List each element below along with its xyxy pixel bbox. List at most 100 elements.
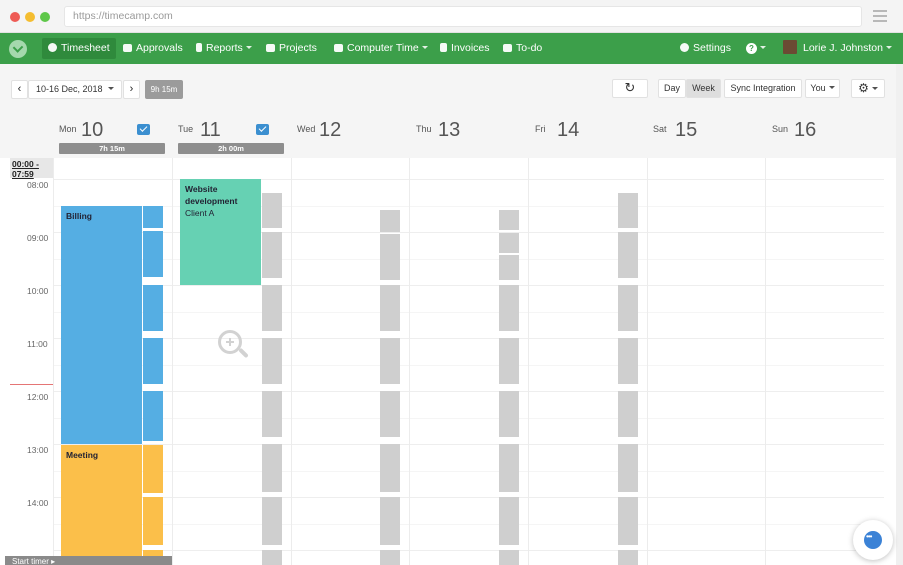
browser-menu-icon[interactable] [873, 10, 887, 22]
nav-reports[interactable]: Reports [196, 33, 252, 64]
computer-time-block[interactable] [618, 391, 638, 437]
next-week-button[interactable]: › [123, 80, 140, 99]
computer-time-block[interactable] [262, 550, 282, 565]
computer-time-block[interactable] [499, 550, 519, 565]
computer-time-block[interactable] [262, 338, 282, 384]
computer-time-block[interactable] [499, 210, 519, 230]
nav-computer-time[interactable]: Computer Time [334, 33, 428, 64]
day-column-wed[interactable] [291, 158, 292, 565]
computer-time-block[interactable] [499, 255, 519, 280]
computer-time-block[interactable] [262, 444, 282, 492]
calendar-grid[interactable]: 00:00 - 07:59 08:00 09:00 10:00 11:00 12… [10, 158, 884, 565]
computer-time-block[interactable] [499, 497, 519, 545]
nav-settings[interactable]: Settings [680, 33, 731, 64]
nav-timesheet[interactable]: Timesheet [42, 38, 116, 59]
day-header-wed[interactable]: Wed 12 [292, 116, 410, 156]
email-icon[interactable] [137, 124, 150, 135]
computer-time-block[interactable] [143, 285, 163, 331]
computer-time-block[interactable] [618, 338, 638, 384]
calendar-settings-button[interactable]: ⚙ [851, 79, 885, 98]
clock-icon [48, 43, 57, 52]
half-hour-line [53, 312, 884, 313]
day-column-sun[interactable] [765, 158, 766, 565]
computer-time-block[interactable] [499, 444, 519, 492]
time-label: 10:00 [27, 286, 49, 296]
computer-time-block[interactable] [618, 285, 638, 331]
computer-time-block[interactable] [380, 234, 400, 280]
minimize-window-button[interactable] [25, 12, 35, 22]
sync-integration-button[interactable]: Sync Integration [724, 79, 802, 98]
nav-user-menu[interactable]: Lorie J. Johnston [783, 33, 892, 64]
computer-time-block[interactable] [143, 445, 163, 493]
view-day-button[interactable]: Day [658, 79, 686, 98]
computer-time-block[interactable] [143, 231, 163, 277]
close-window-button[interactable] [10, 12, 20, 22]
nav-projects[interactable]: Projects [266, 33, 317, 64]
nav-invoices[interactable]: Invoices [440, 33, 490, 64]
refresh-button[interactable]: ↻ [612, 79, 648, 98]
computer-time-block[interactable] [499, 391, 519, 437]
day-column-thu[interactable] [409, 158, 410, 565]
computer-time-block[interactable] [380, 497, 400, 545]
date-range-picker[interactable]: 10-16 Dec, 2018 [28, 80, 122, 99]
day-header-fri[interactable]: Fri 14 [530, 116, 648, 156]
car-icon [123, 44, 132, 52]
hour-line [53, 391, 884, 392]
user-filter-dropdown[interactable]: You [805, 79, 840, 98]
chat-support-button[interactable] [853, 520, 893, 560]
half-hour-line [53, 471, 884, 472]
computer-time-block[interactable] [380, 285, 400, 331]
computer-time-block[interactable] [380, 338, 400, 384]
computer-time-block[interactable] [499, 338, 519, 384]
computer-time-block[interactable] [262, 285, 282, 331]
day-column-fri[interactable] [528, 158, 529, 565]
computer-time-block[interactable] [380, 210, 400, 232]
time-entry-website-development[interactable]: Website development Client A [180, 179, 261, 285]
day-header-sat[interactable]: Sat 15 [648, 116, 766, 156]
day-column-mon[interactable] [53, 158, 54, 565]
computer-time-block[interactable] [499, 233, 519, 253]
nav-help[interactable]: ? [746, 33, 766, 64]
computer-time-block[interactable] [262, 193, 282, 228]
computer-time-block[interactable] [262, 497, 282, 545]
timecamp-logo-icon[interactable] [9, 40, 27, 58]
address-bar[interactable]: https://timecamp.com [64, 6, 862, 27]
time-entry-meeting[interactable]: Meeting [61, 445, 142, 565]
day-column-sat[interactable] [647, 158, 648, 565]
computer-time-block[interactable] [143, 391, 163, 441]
day-header-sun[interactable]: Sun 16 [767, 116, 885, 156]
computer-time-block[interactable] [262, 232, 282, 278]
computer-time-block[interactable] [143, 497, 163, 545]
computer-time-block[interactable] [618, 232, 638, 278]
prev-week-button[interactable]: ‹ [11, 80, 28, 99]
computer-time-block[interactable] [499, 285, 519, 331]
time-label: 11:00 [27, 339, 48, 349]
gear-icon [680, 43, 689, 52]
day-header-thu[interactable]: Thu 13 [411, 116, 529, 156]
computer-time-block[interactable] [262, 391, 282, 437]
computer-time-block[interactable] [618, 550, 638, 565]
half-hour-line [53, 365, 884, 366]
early-hours-toggle[interactable]: 00:00 - 07:59 [10, 158, 53, 179]
day-header-tue[interactable]: Tue 11 2h 00m [173, 116, 291, 156]
day-header-mon[interactable]: Mon 10 7h 15m [54, 116, 172, 156]
computer-time-block[interactable] [380, 444, 400, 492]
maximize-window-button[interactable] [40, 12, 50, 22]
computer-time-block[interactable] [618, 444, 638, 492]
day-column-tue[interactable] [172, 158, 173, 565]
scrollbar[interactable] [896, 64, 903, 565]
computer-time-block[interactable] [618, 193, 638, 228]
nav-todo[interactable]: To-do [503, 33, 542, 64]
start-timer-bar[interactable]: Start timer ▸ [5, 556, 172, 565]
computer-time-block[interactable] [143, 206, 163, 228]
day-total-badge: 2h 00m [178, 143, 284, 154]
view-week-button[interactable]: Week [686, 79, 721, 98]
computer-time-block[interactable] [380, 391, 400, 437]
nav-approvals[interactable]: Approvals [123, 33, 183, 64]
time-entry-billing[interactable]: Billing [61, 206, 142, 444]
computer-time-block[interactable] [380, 550, 400, 565]
computer-time-block[interactable] [618, 497, 638, 545]
email-icon[interactable] [256, 124, 269, 135]
computer-time-block[interactable] [143, 338, 163, 384]
half-hour-line [53, 418, 884, 419]
